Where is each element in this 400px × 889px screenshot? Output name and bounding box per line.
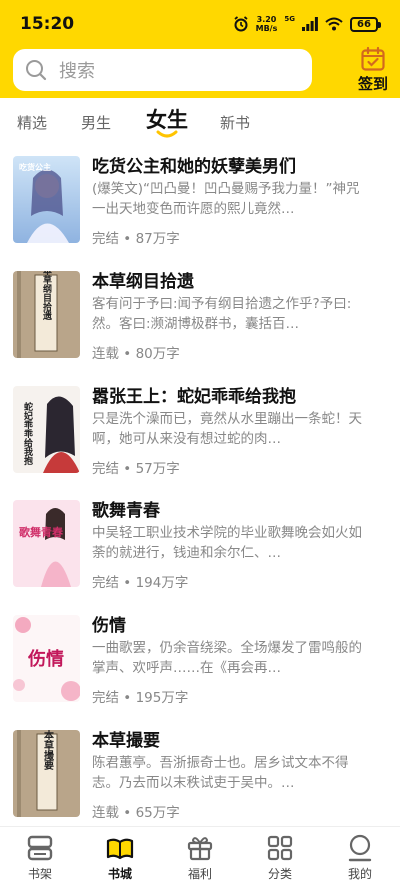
list-item[interactable]: 本草纲目拾遗 本草纲目拾遗 客有问于予曰:闻予有纲目拾遗之作乎?予曰:然。客曰:… <box>0 271 400 385</box>
meta-separator: • <box>123 231 132 247</box>
checkin-label: 签到 <box>357 75 388 93</box>
book-meta: 完结 • 195万字 <box>92 686 188 706</box>
cover-text: 伤情 <box>27 648 64 670</box>
book-status: 连载 <box>92 805 119 821</box>
nav-profile[interactable]: 我的 <box>330 833 390 882</box>
bottom-nav: 书架 书城 福利 分类 我的 <box>0 826 400 889</box>
cover-text: 歌舞青春 <box>19 525 64 539</box>
category-icon <box>267 835 293 861</box>
book-word-count: 57万字 <box>135 461 180 477</box>
book-status: 完结 <box>92 575 119 591</box>
bookshelf-icon <box>27 835 53 861</box>
meta-separator: • <box>123 461 132 477</box>
nav-bookstore-label: 书城 <box>107 867 132 881</box>
meta-separator: • <box>123 575 132 591</box>
book-word-count: 80万字 <box>135 346 180 362</box>
net-speed: 3.20 MB/s <box>256 15 278 33</box>
alarm-icon <box>234 16 248 32</box>
meta-separator: • <box>123 346 132 362</box>
nav-bookstore[interactable]: 书城 <box>90 833 150 882</box>
gift-icon <box>187 837 213 861</box>
wifi-icon <box>325 17 343 31</box>
bookstore-icon <box>106 838 134 860</box>
list-item[interactable]: 吃货公主 吃货公主和她的妖孽美男们 (爆笑文)“凹凸曼！凹凸曼赐予我力量！”神咒… <box>0 156 400 270</box>
search-icon <box>26 60 47 81</box>
meta-separator: • <box>123 805 132 821</box>
network-type-label: 5G <box>284 15 295 23</box>
battery-level: 66 <box>357 18 371 30</box>
active-tab-indicator <box>156 130 178 138</box>
book-description: 只是洗个澡而已，竟然从水里蹦出一条蛇！天啊，她可从来没有想过蛇的肉… <box>92 411 362 447</box>
nav-profile-label: 我的 <box>347 867 372 881</box>
book-meta: 完结 • 57万字 <box>92 457 180 477</box>
nav-welfare-label: 福利 <box>187 867 212 881</box>
list-item[interactable]: 歌舞青春 歌舞青春 中吴轻工职业技术学院的毕业歌舞晚会如火如荼的就进行，钱迪和余… <box>0 500 400 614</box>
book-description: 客有问于予曰:闻予有纲目拾遗之作乎?予曰:然。客曰:濒湖博极群书，囊括百… <box>92 296 352 332</box>
status-time: 15:20 <box>20 14 75 34</box>
book-word-count: 195万字 <box>135 690 189 706</box>
book-status: 完结 <box>92 461 119 477</box>
book-word-count: 194万字 <box>135 575 189 591</box>
book-cover: 歌舞青春 <box>13 500 80 587</box>
nav-bookshelf-label: 书架 <box>27 867 52 881</box>
book-meta: 完结 • 87万字 <box>92 227 180 247</box>
category-tabs: 精选 男生 女生 新书 <box>0 98 400 146</box>
book-cover: 本草纲目拾遗 <box>13 271 80 358</box>
list-item[interactable]: 伤情 伤情 一曲歌罢，仍余音绕梁。全场爆发了雷鸣般的掌声、欢呼声……在《再会再…… <box>0 615 400 729</box>
nav-category-label: 分类 <box>267 867 292 881</box>
cover-text: 本草撮要 <box>42 730 54 771</box>
cover-text: 吃货公主 <box>19 162 51 172</box>
book-title: 本草撮要 <box>92 731 160 751</box>
checkin-button[interactable]: 签到 <box>352 46 394 96</box>
book-cover: 吃货公主 <box>13 156 80 243</box>
profile-icon <box>348 834 372 862</box>
search-placeholder: 搜索 <box>59 61 95 82</box>
search-input[interactable]: 搜索 <box>13 49 312 91</box>
net-speed-unit: MB/s <box>255 24 278 33</box>
battery-indicator: 66 <box>350 16 381 32</box>
book-cover: 伤情 <box>13 615 80 702</box>
book-description: 一曲歌罢，仍余音绕梁。全场爆发了雷鸣般的掌声、欢呼声……在《再会再… <box>92 640 362 676</box>
tab-male[interactable]: 男生 <box>81 112 111 133</box>
book-title: 伤情 <box>92 616 126 636</box>
book-description: 中吴轻工职业技术学院的毕业歌舞晚会如火如荼的就进行，钱迪和余尔仁、… <box>92 525 362 561</box>
nav-welfare[interactable]: 福利 <box>170 833 230 882</box>
status-bar: 15:20 3.20 MB/s 5G 66 <box>0 0 400 40</box>
book-title: 歌舞青春 <box>92 501 160 521</box>
nav-bookshelf[interactable]: 书架 <box>10 833 70 882</box>
book-meta: 连载 • 80万字 <box>92 342 180 362</box>
tab-featured[interactable]: 精选 <box>17 112 47 133</box>
book-word-count: 87万字 <box>135 231 180 247</box>
cover-text: 本草纲目拾遗 <box>41 271 53 321</box>
book-description: 陈君蕙亭。吾浙振奇士也。居乡试文本不得志。乃去而以末秩试吏于吴中。… <box>92 755 349 791</box>
net-speed-value: 3.20 <box>256 15 277 24</box>
book-status: 完结 <box>92 231 119 247</box>
signal-icon <box>302 17 318 31</box>
status-icons: 3.20 MB/s 5G 66 <box>233 14 381 34</box>
book-meta: 完结 • 194万字 <box>92 571 188 591</box>
book-description: (爆笑文)“凹凸曼！凹凸曼赐予我力量！”神咒一出天地变色而许愿的熙儿竟然… <box>92 181 360 217</box>
calendar-check-icon <box>361 46 385 71</box>
book-status: 完结 <box>92 690 119 706</box>
book-title: 本草纲目拾遗 <box>92 272 194 292</box>
book-meta: 连载 • 65万字 <box>92 801 180 821</box>
tab-new-books[interactable]: 新书 <box>220 112 250 133</box>
book-title: 嚣张王上：蛇妃乖乖给我抱 <box>92 387 296 407</box>
nav-category[interactable]: 分类 <box>250 833 310 882</box>
book-word-count: 65万字 <box>135 805 180 821</box>
header: 15:20 3.20 MB/s 5G 66 搜索 签到 <box>0 0 400 98</box>
book-title: 吃货公主和她的妖孽美男们 <box>92 157 296 177</box>
book-status: 连载 <box>92 346 119 362</box>
list-item[interactable]: 蛇妃乖乖给我抱 嚣张王上：蛇妃乖乖给我抱 只是洗个澡而已，竟然从水里蹦出一条蛇！… <box>0 386 400 500</box>
book-cover: 本草撮要 <box>13 730 80 817</box>
cover-text: 蛇妃乖乖给我抱 <box>22 401 34 466</box>
book-cover: 蛇妃乖乖给我抱 <box>13 386 80 473</box>
meta-separator: • <box>123 690 132 706</box>
